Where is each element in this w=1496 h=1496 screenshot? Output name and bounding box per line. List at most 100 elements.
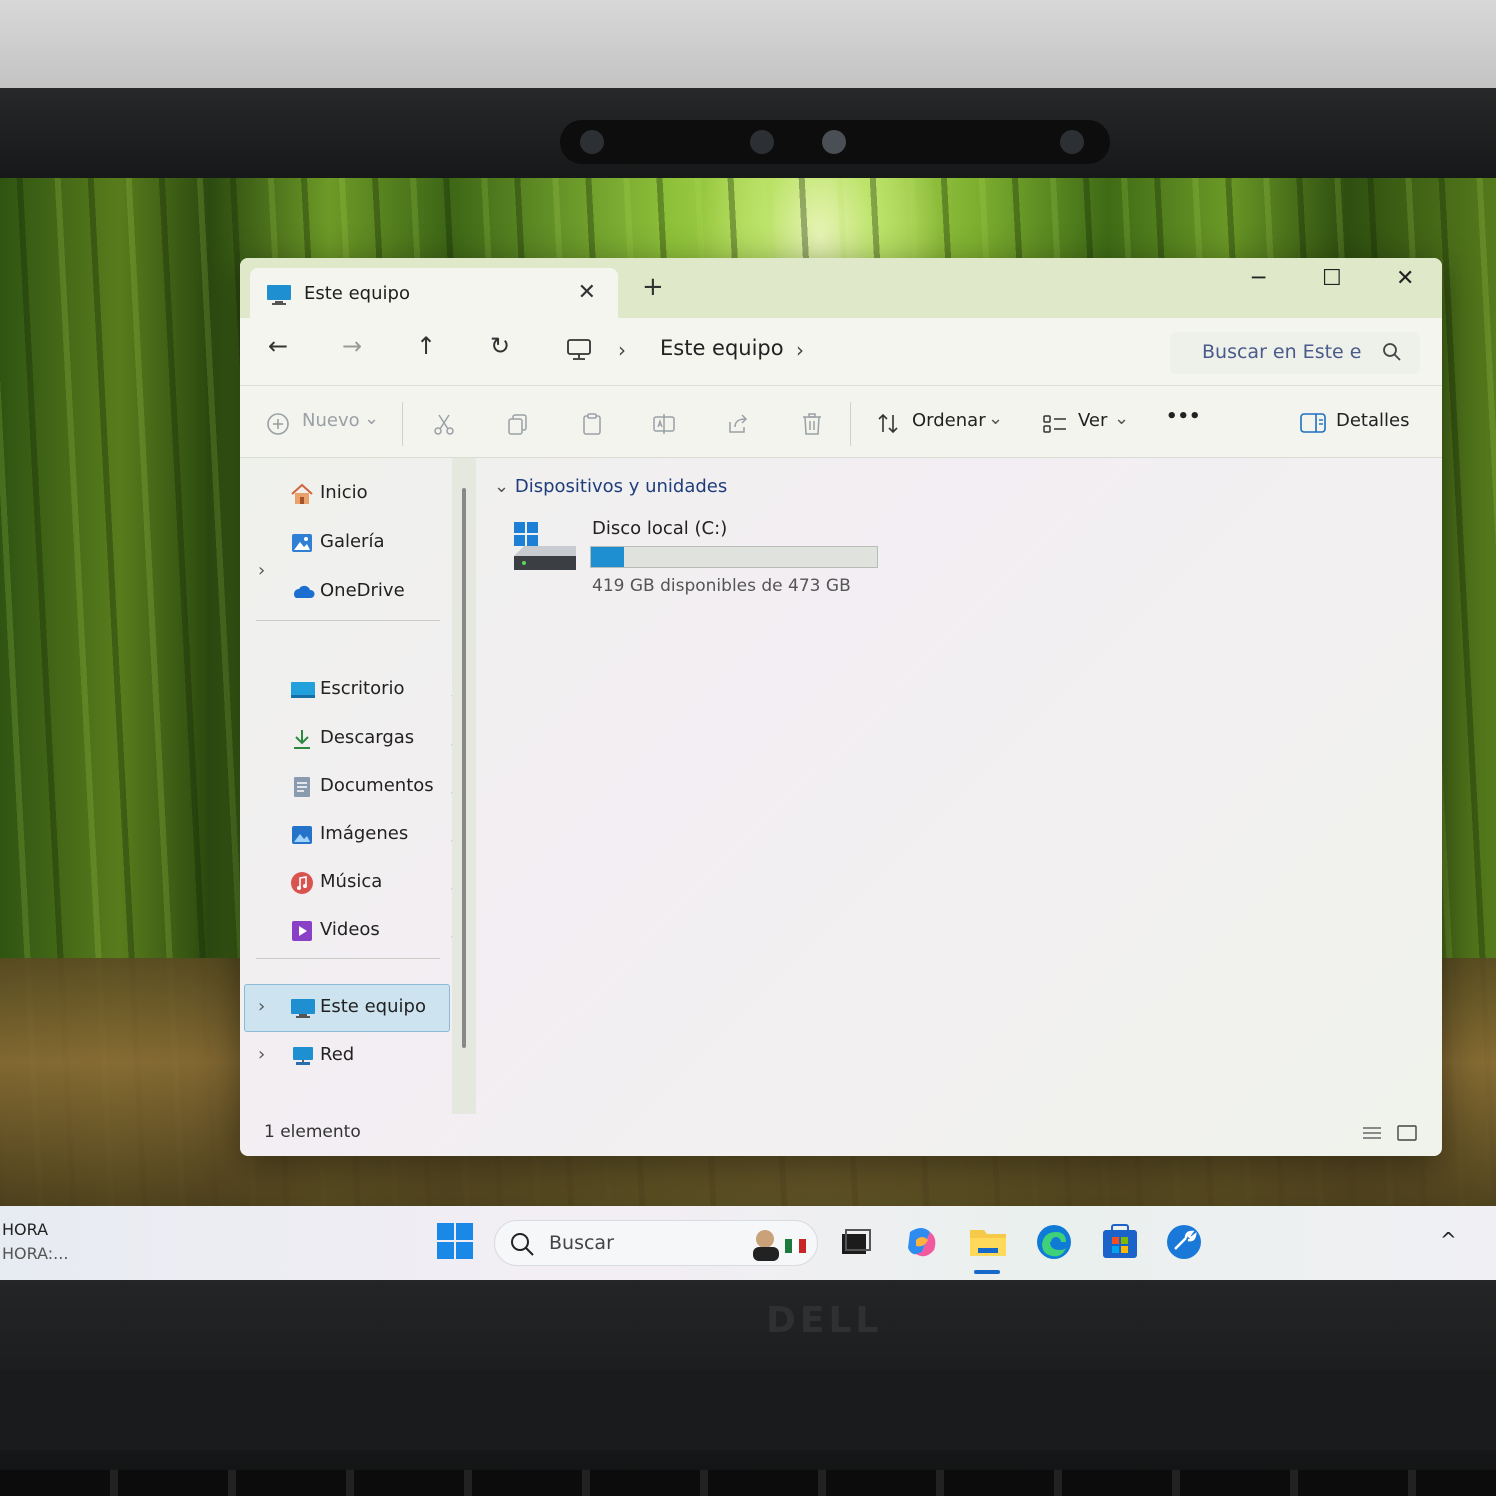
taskbar-active-indicator (974, 1270, 1000, 1274)
sidebar-item-label: Inicio (320, 482, 368, 503)
new-button[interactable]: Nuevo (302, 410, 360, 431)
scrollbar-thumb[interactable] (462, 488, 466, 1048)
sidebar-item-label: Música (320, 871, 383, 892)
desktop-icon (290, 678, 315, 702)
sidebar-item-label: Imágenes (320, 823, 409, 844)
expand-chevron-icon[interactable]: › (258, 560, 265, 581)
task-view-icon[interactable] (836, 1222, 876, 1262)
drive-tile-c[interactable]: Disco local (C:) 419 GB disponibles de 4… (510, 514, 890, 604)
forward-button[interactable]: → (342, 332, 362, 360)
share-icon[interactable] (726, 412, 750, 436)
breadcrumb-separator[interactable]: › (796, 338, 804, 362)
sidebar-item-inicio[interactable]: Inicio (284, 474, 474, 514)
drive-usage-bar (590, 546, 878, 568)
sort-button[interactable]: Ordenar (912, 410, 986, 431)
edge-browser-icon[interactable] (1034, 1222, 1074, 1262)
taskbar-search[interactable]: Buscar (494, 1220, 818, 1266)
details-view-icon[interactable] (1361, 1127, 1383, 1146)
address-bar: ← → ↑ ↻ › Este equipo › Buscar en Este e (240, 318, 1442, 386)
home-icon (290, 482, 314, 506)
drive-free-space: 419 GB disponibles de 473 GB (592, 576, 851, 596)
drive-icon (510, 520, 580, 582)
search-highlight-icon[interactable] (745, 1225, 809, 1267)
taskbar-search-placeholder[interactable]: Buscar (549, 1232, 614, 1254)
start-windows-icon[interactable] (436, 1222, 476, 1262)
network-icon (290, 1044, 314, 1068)
documents-icon (290, 775, 314, 799)
breadcrumb[interactable]: › Este equipo › (550, 330, 1150, 374)
camera-sensor (580, 130, 604, 154)
search-placeholder[interactable]: Buscar en Este e (1202, 341, 1361, 363)
toolbar-divider (850, 402, 851, 446)
drive-name: Disco local (C:) (592, 518, 728, 539)
file-explorer-icon[interactable] (968, 1222, 1008, 1262)
rename-icon[interactable] (652, 412, 676, 436)
sidebar-scrollbar[interactable] (452, 458, 476, 1114)
chevron-down-icon: ⌄ (364, 408, 380, 429)
back-button[interactable]: ← (268, 332, 288, 360)
toolbar-divider (402, 402, 403, 446)
chevron-down-icon: ⌄ (1114, 408, 1130, 429)
microsoft-store-icon[interactable] (1100, 1222, 1140, 1262)
sidebar-divider (256, 958, 440, 959)
chevron-down-icon[interactable]: ⌄ (494, 476, 509, 497)
add-circle-icon (266, 412, 290, 436)
search-icon[interactable] (1382, 342, 1402, 366)
close-window-button[interactable]: ✕ (1396, 266, 1414, 291)
music-icon (290, 871, 314, 895)
sidebar-item-galeria[interactable]: Galería (284, 523, 474, 563)
sidebar-item-label: Descargas (320, 727, 415, 748)
search-box[interactable]: Buscar en Este e (1170, 332, 1420, 374)
camera-lens (822, 130, 846, 154)
keyboard-edge (0, 1470, 1496, 1496)
support-tools-icon[interactable] (1164, 1222, 1204, 1262)
taskbar-widget-line[interactable]: HORA:... (2, 1244, 68, 1263)
taskbar-widget-line[interactable]: HORA (2, 1220, 48, 1239)
view-button[interactable]: Ver (1078, 410, 1107, 431)
sidebar-item-descargas[interactable]: Descargas 📌 (284, 719, 474, 759)
copilot-icon[interactable] (902, 1222, 942, 1262)
camera-sensor (1060, 130, 1084, 154)
sidebar-item-escritorio[interactable]: Escritorio 📌 (284, 670, 474, 710)
taskbar: HORA HORA:... Buscar ^ (0, 1206, 1496, 1280)
sidebar-item-onedrive[interactable]: OneDrive (284, 572, 474, 612)
sort-icon (876, 412, 900, 436)
details-button[interactable]: Detalles (1336, 410, 1409, 431)
sidebar-item-documentos[interactable]: Documentos 📌 (284, 767, 474, 807)
sidebar-item-este-equipo[interactable]: Este equipo (284, 988, 474, 1028)
sidebar-item-red[interactable]: Red (284, 1036, 474, 1076)
maximize-button[interactable]: ☐ (1322, 266, 1342, 291)
tray-chevron-up-icon[interactable]: ^ (1440, 1228, 1457, 1252)
tiles-view-icon[interactable] (1396, 1125, 1418, 1146)
up-button[interactable]: ↑ (416, 332, 436, 360)
sidebar-item-label: Videos (320, 919, 380, 940)
tab-este-equipo[interactable]: Este equipo ✕ (250, 268, 618, 320)
refresh-button[interactable]: ↻ (490, 332, 510, 360)
monitor-icon (566, 338, 592, 366)
chevron-down-icon: ⌄ (988, 408, 1004, 429)
sidebar-item-musica[interactable]: Música 📌 (284, 863, 474, 903)
navigation-pane: Inicio Galería › OneDrive Escritorio 📌 D… (240, 458, 476, 1108)
trash-icon[interactable] (800, 412, 824, 436)
breadcrumb-location[interactable]: Este equipo (660, 336, 784, 360)
paste-icon[interactable] (580, 412, 604, 436)
sidebar-item-label: Galería (320, 531, 385, 552)
sidebar-item-videos[interactable]: Videos 📌 (284, 911, 474, 951)
camera-sensor (750, 130, 774, 154)
new-tab-button[interactable]: + (642, 272, 664, 302)
minimize-button[interactable]: ─ (1252, 266, 1265, 291)
more-options-button[interactable]: ••• (1166, 406, 1201, 427)
status-item-count: 1 elemento (264, 1122, 361, 1142)
copy-icon[interactable] (506, 412, 530, 436)
expand-chevron-icon[interactable]: › (258, 996, 265, 1017)
sidebar-item-imagenes[interactable]: Imágenes 📌 (284, 815, 474, 855)
cut-icon[interactable] (432, 412, 456, 436)
group-title: Dispositivos y unidades (514, 476, 728, 497)
this-pc-icon (290, 996, 315, 1020)
expand-chevron-icon[interactable]: › (258, 1044, 265, 1065)
breadcrumb-separator[interactable]: › (618, 338, 626, 362)
group-header[interactable]: ⌄ Dispositivos y unidades (494, 476, 727, 497)
command-bar: Nuevo ⌄ Ordenar ⌄ Ver ⌄ ••• Detalles (240, 386, 1442, 458)
tab-close-icon[interactable]: ✕ (578, 280, 596, 305)
details-pane-icon (1300, 412, 1326, 436)
